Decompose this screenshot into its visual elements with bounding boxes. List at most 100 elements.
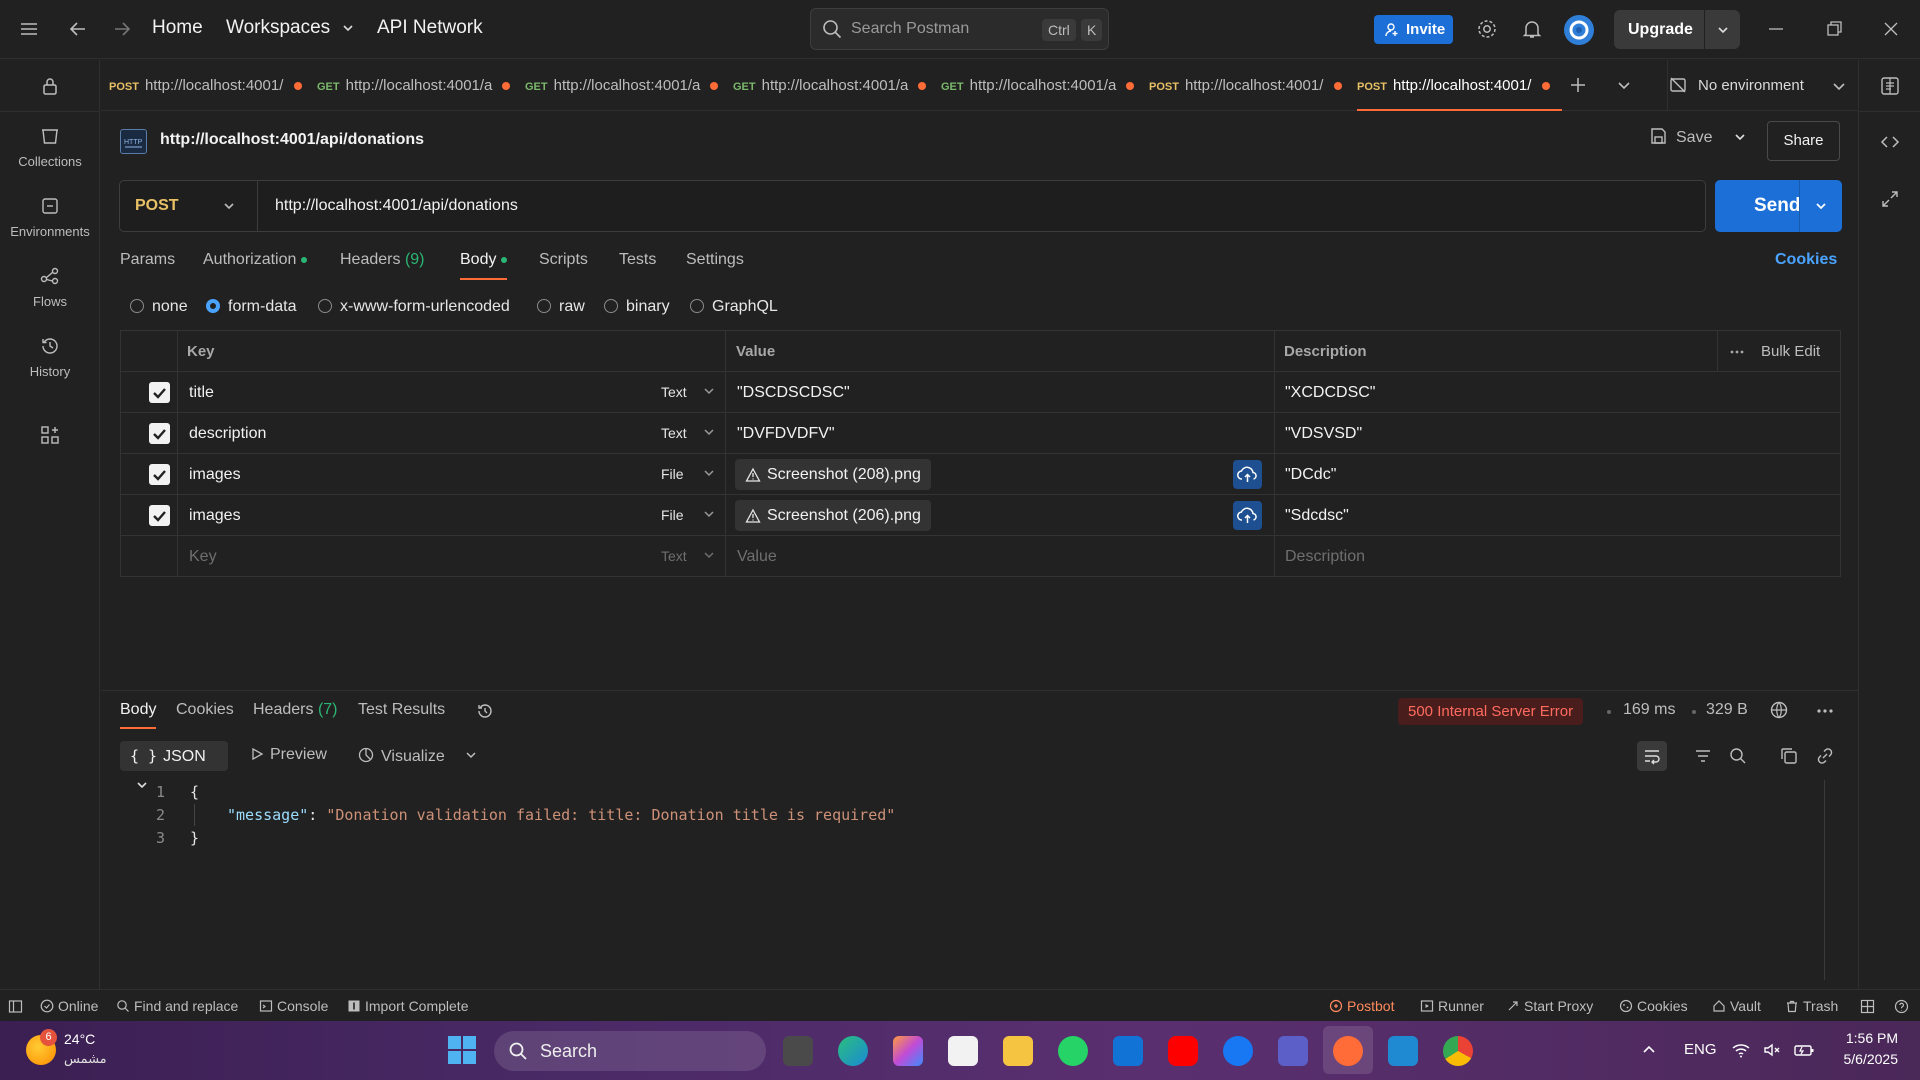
tab-tests[interactable]: Tests [619, 251, 656, 269]
sidebar-item-history[interactable]: History [0, 334, 100, 379]
body-type-binary[interactable]: binary [604, 298, 670, 316]
chevron-down-icon[interactable] [1814, 199, 1828, 213]
tab-authorization[interactable]: Authorization [203, 251, 308, 269]
language-indicator[interactable]: ENG [1684, 1041, 1717, 1058]
more-options-icon[interactable] [1815, 701, 1835, 721]
visualize-button[interactable]: Visualize [357, 746, 477, 766]
request-tab-active[interactable]: POST http://localhost:4001/ [1357, 60, 1562, 111]
request-title[interactable]: http://localhost:4001/api/donations [160, 131, 424, 149]
body-type-form-data[interactable]: form-data [206, 298, 296, 316]
postbot-button[interactable]: Postbot [1329, 998, 1394, 1014]
nav-workspaces[interactable]: Workspaces [226, 17, 355, 39]
request-tab[interactable]: POST http://localhost:4001/ [109, 60, 314, 111]
chrome-icon[interactable] [1443, 1036, 1473, 1066]
facebook-icon[interactable] [1223, 1036, 1253, 1066]
body-type-raw[interactable]: raw [537, 298, 585, 316]
cookies-status-button[interactable]: Cookies [1619, 998, 1688, 1014]
file-chip[interactable]: Screenshot (206).png [735, 500, 931, 531]
file-chip[interactable]: Screenshot (208).png [735, 459, 931, 490]
link-icon[interactable] [1815, 746, 1835, 766]
description-cell[interactable]: "DCdc" [1285, 454, 1336, 495]
nav-api-network[interactable]: API Network [377, 17, 483, 39]
sidebar-item-environments[interactable]: Environments [0, 194, 100, 239]
task-view-icon[interactable] [783, 1036, 813, 1066]
microsoft-store-icon[interactable] [948, 1036, 978, 1066]
response-tab-headers[interactable]: Headers (7) [253, 701, 338, 719]
outlook-icon[interactable] [1113, 1036, 1143, 1066]
body-type-graphql[interactable]: GraphQL [690, 298, 778, 316]
battery-icon[interactable] [1793, 1040, 1815, 1060]
taskbar-search[interactable]: Search [494, 1031, 766, 1071]
response-size[interactable]: 329 B [1706, 701, 1748, 719]
youtube-icon[interactable] [1168, 1036, 1198, 1066]
volume-muted-icon[interactable] [1762, 1040, 1782, 1060]
row-checkbox[interactable] [149, 505, 170, 526]
request-tab[interactable]: GET http://localhost:4001/a [941, 60, 1146, 111]
request-tab[interactable]: GET http://localhost:4001/a [317, 60, 522, 111]
copy-icon[interactable] [1779, 746, 1799, 766]
history-icon[interactable] [475, 701, 495, 721]
row-checkbox[interactable] [149, 464, 170, 485]
code-snippet-icon[interactable] [1879, 131, 1901, 153]
online-status[interactable]: Online [40, 998, 98, 1014]
body-type-none[interactable]: none [130, 298, 188, 316]
configure-sidebar-icon[interactable] [38, 423, 62, 447]
request-tab[interactable]: GET http://localhost:4001/a [733, 60, 938, 111]
share-button[interactable]: Share [1767, 121, 1840, 161]
row-checkbox[interactable] [149, 423, 170, 444]
edge-browser-icon[interactable] [838, 1036, 868, 1066]
whatsapp-icon[interactable] [1058, 1036, 1088, 1066]
key-cell[interactable]: description [189, 413, 266, 454]
tab-settings[interactable]: Settings [686, 251, 744, 269]
type-select[interactable]: Text [661, 536, 715, 577]
wifi-icon[interactable] [1731, 1040, 1751, 1060]
search-input[interactable]: Search Postman Ctrl K [810, 8, 1109, 50]
lock-icon[interactable] [38, 74, 62, 98]
format-select[interactable]: { } JSON [120, 741, 228, 789]
key-placeholder[interactable]: Key [189, 536, 217, 577]
vscode-icon[interactable] [1388, 1036, 1418, 1066]
forward-arrow-icon[interactable] [110, 17, 134, 41]
response-tab-test-results[interactable]: Test Results [358, 701, 445, 719]
file-explorer-icon[interactable] [1003, 1036, 1033, 1066]
tab-scripts[interactable]: Scripts [539, 251, 588, 269]
postman-icon[interactable] [1333, 1036, 1363, 1066]
new-tab-plus-icon[interactable] [1568, 75, 1588, 95]
request-tab[interactable]: GET http://localhost:4001/a [525, 60, 730, 111]
response-tab-body[interactable]: Body [120, 701, 157, 729]
chevron-down-icon[interactable] [465, 749, 477, 761]
restore-icon[interactable] [1822, 17, 1846, 41]
url-input[interactable]: http://localhost:4001/api/donations [275, 197, 518, 215]
avatar[interactable] [1564, 15, 1594, 45]
bulk-edit-button[interactable]: Bulk Edit [1761, 331, 1820, 372]
type-select[interactable]: Text [661, 372, 715, 413]
upgrade-button[interactable]: Upgrade [1614, 10, 1740, 49]
sidebar-item-collections[interactable]: Collections [0, 124, 100, 169]
key-cell[interactable]: images [189, 454, 241, 495]
filter-icon[interactable] [1693, 746, 1713, 766]
scrollbar-track[interactable] [1824, 780, 1825, 980]
weather-temp[interactable]: 24°C [64, 1031, 95, 1047]
environment-select[interactable]: No environment [1667, 60, 1857, 111]
key-cell[interactable]: images [189, 495, 241, 536]
key-cell[interactable]: title [189, 372, 214, 413]
status-badge[interactable]: 500 Internal Server Error [1398, 698, 1584, 725]
request-tab[interactable]: POST http://localhost:4001/ [1149, 60, 1354, 111]
import-status[interactable]: Import Complete [347, 998, 468, 1014]
menu-icon[interactable] [17, 17, 41, 41]
description-placeholder[interactable]: Description [1285, 536, 1365, 577]
upload-cloud-icon[interactable] [1233, 460, 1262, 489]
response-divider[interactable] [101, 690, 1858, 691]
close-icon[interactable] [1879, 17, 1903, 41]
sidebar-toggle-icon[interactable] [8, 999, 23, 1014]
preview-button[interactable]: Preview [250, 746, 327, 764]
value-placeholder[interactable]: Value [737, 536, 777, 577]
response-time[interactable]: 169 ms [1623, 701, 1675, 719]
help-icon[interactable] [1894, 999, 1909, 1014]
type-select[interactable]: File [661, 454, 715, 495]
nav-home[interactable]: Home [152, 17, 203, 39]
minimize-icon[interactable] [1764, 17, 1788, 41]
settings-gear-icon[interactable] [1475, 17, 1499, 41]
notification-bell-icon[interactable] [1520, 17, 1544, 41]
trash-button[interactable]: Trash [1785, 998, 1838, 1014]
